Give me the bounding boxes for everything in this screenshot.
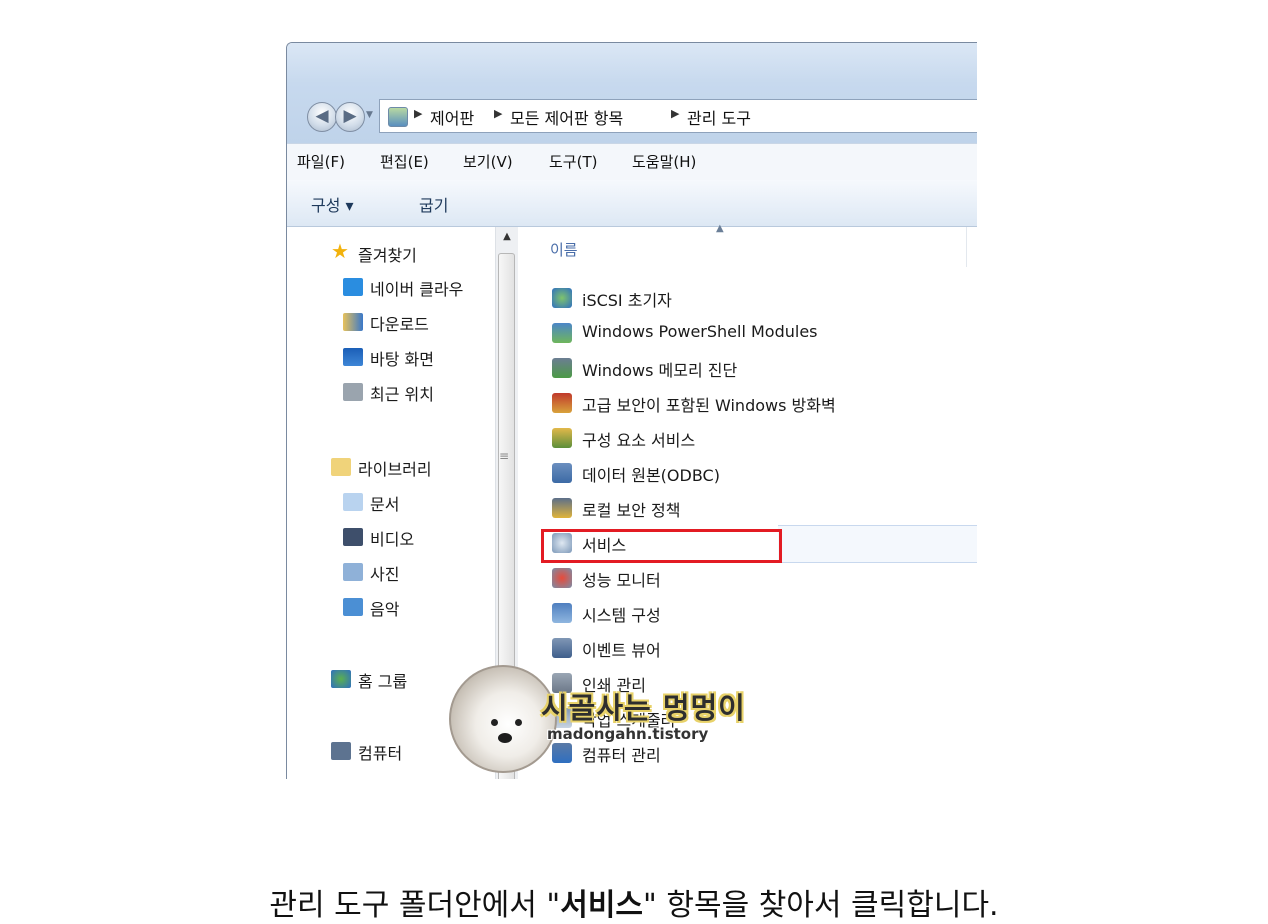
library-icon [331, 458, 351, 476]
forward-button[interactable]: ▶ [335, 102, 365, 132]
documents-icon [343, 493, 363, 511]
control-panel-icon [388, 107, 408, 127]
dog-eye [491, 719, 498, 726]
nav-item-label: 문서 [370, 495, 400, 514]
burn-button[interactable]: 굽기 [419, 192, 448, 216]
menu-file[interactable]: 파일(F) [297, 151, 345, 172]
cloud-icon [343, 278, 363, 296]
breadcrumb-item[interactable]: 관리 도구 [687, 105, 751, 129]
list-item-label: 구성 요소 서비스 [582, 431, 696, 450]
breadcrumb-separator-icon[interactable]: ▶ [671, 107, 679, 120]
menu-bar: 파일(F) 편집(E) 보기(V) 도구(T) 도움말(H) [287, 143, 977, 181]
list-item-iscsi[interactable]: iSCSI 초기자 [548, 283, 977, 313]
recent-pages-dropdown-icon[interactable]: ▼ [366, 110, 373, 120]
powershell-icon [552, 323, 572, 343]
explorer-screenshot: ◀ ▶ ▼ ▶ 제어판 ▶ 모든 제어판 항목 ▶ 관리 도구 파일(F) 편집… [286, 42, 977, 779]
nav-item-label: 라이브러리 [358, 460, 432, 479]
caption-text: " 항목을 찾아서 클릭합니다. [643, 888, 999, 923]
menu-tools[interactable]: 도구(T) [549, 151, 597, 172]
nav-item-label: 네이버 클라우 [370, 280, 464, 299]
list-item-label: 고급 보안이 포함된 Windows 방화벽 [582, 396, 836, 415]
breadcrumb-item[interactable]: 제어판 [430, 105, 474, 129]
organize-button[interactable]: 구성 ▾ [311, 192, 354, 216]
list-item-label: 이벤트 뷰어 [582, 641, 661, 660]
nav-item-label: 즐겨찾기 [358, 246, 417, 265]
caption-text: 관리 도구 폴더안에서 " [269, 888, 561, 923]
breadcrumb-item[interactable]: 모든 제어판 항목 [510, 105, 623, 129]
nav-item-label: 바탕 화면 [370, 350, 434, 369]
address-bar[interactable]: ▶ 제어판 ▶ 모든 제어판 항목 ▶ 관리 도구 [379, 99, 977, 133]
system-configuration-icon [552, 603, 572, 623]
component-services-icon [552, 428, 572, 448]
watermark: 시골사는 멍멍이 madongahn.tistory [449, 663, 829, 779]
command-bar: 구성 ▾ 굽기 [287, 180, 977, 227]
nav-item-label: 비디오 [370, 530, 415, 549]
performance-monitor-icon [552, 568, 572, 588]
list-item-label: 데이터 원본(ODBC) [582, 466, 720, 485]
nav-item-label: 음악 [370, 600, 400, 619]
videos-icon [343, 528, 363, 546]
pictures-icon [343, 563, 363, 581]
list-item-label: 로컬 보안 정책 [582, 501, 681, 520]
sort-ascending-icon: ▲ [716, 223, 724, 234]
caption: 관리 도구 폴더안에서 "서비스" 항목을 찾아서 클릭합니다. [0, 880, 1268, 924]
nav-item-label: 다운로드 [370, 315, 429, 334]
security-policy-icon [552, 498, 572, 518]
menu-view[interactable]: 보기(V) [463, 151, 513, 172]
homegroup-icon [331, 670, 351, 688]
dog-nose [498, 733, 512, 743]
list-item-label: Windows 메모리 진단 [582, 361, 738, 380]
list-item-event-viewer[interactable]: 이벤트 뷰어 [548, 633, 977, 663]
firewall-icon [552, 393, 572, 413]
nav-item-label: 사진 [370, 565, 400, 584]
forward-arrow-icon: ▶ [343, 106, 357, 126]
iscsi-icon [552, 288, 572, 308]
column-divider [966, 227, 967, 267]
window-chrome: ◀ ▶ ▼ ▶ 제어판 ▶ 모든 제어판 항목 ▶ 관리 도구 [287, 43, 977, 143]
list-item-component-services[interactable]: 구성 요소 서비스 [548, 423, 977, 453]
computer-icon [331, 742, 351, 760]
star-icon: ★ [331, 239, 349, 263]
odbc-icon [552, 463, 572, 483]
back-button[interactable]: ◀ [307, 102, 337, 132]
breadcrumb-separator-icon[interactable]: ▶ [494, 107, 502, 120]
scroll-up-arrow-icon[interactable]: ▲ [496, 231, 518, 242]
music-icon [343, 598, 363, 616]
download-folder-icon [343, 313, 363, 331]
list-item-performance-monitor[interactable]: 성능 모니터 [548, 563, 977, 593]
grip-icon: ≡ [499, 449, 510, 463]
list-item-local-security-policy[interactable]: 로컬 보안 정책 [548, 493, 977, 523]
list-item-label: Windows PowerShell Modules [582, 322, 818, 341]
breadcrumb-separator-icon[interactable]: ▶ [414, 107, 422, 120]
menu-help[interactable]: 도움말(H) [632, 151, 696, 172]
recent-places-icon [343, 383, 363, 401]
nav-item-label: 홈 그룹 [358, 672, 408, 691]
watermark-title: 시골사는 멍멍이 [541, 691, 746, 725]
list-item-powershell-modules[interactable]: Windows PowerShell Modules [548, 318, 977, 348]
back-arrow-icon: ◀ [315, 106, 329, 126]
nav-item-label: 최근 위치 [370, 385, 434, 404]
watermark-subtitle: madongahn.tistory [547, 725, 709, 743]
list-item-memory-diagnostic[interactable]: Windows 메모리 진단 [548, 353, 977, 383]
dog-eye [515, 719, 522, 726]
list-item-label: 시스템 구성 [582, 606, 661, 625]
highlight-box [541, 529, 782, 563]
nav-item-label: 컴퓨터 [358, 744, 403, 763]
list-item-odbc[interactable]: 데이터 원본(ODBC) [548, 458, 977, 488]
event-viewer-icon [552, 638, 572, 658]
list-item-label: 성능 모니터 [582, 571, 661, 590]
list-item-label: iSCSI 초기자 [582, 291, 672, 310]
menu-edit[interactable]: 편집(E) [380, 151, 429, 172]
caption-emphasis: 서비스 [560, 888, 644, 923]
column-header-name[interactable]: 이름 [550, 239, 578, 260]
list-item-firewall[interactable]: 고급 보안이 포함된 Windows 방화벽 [548, 388, 977, 418]
list-item-system-configuration[interactable]: 시스템 구성 [548, 598, 977, 628]
desktop-icon [343, 348, 363, 366]
memory-diagnostic-icon [552, 358, 572, 378]
